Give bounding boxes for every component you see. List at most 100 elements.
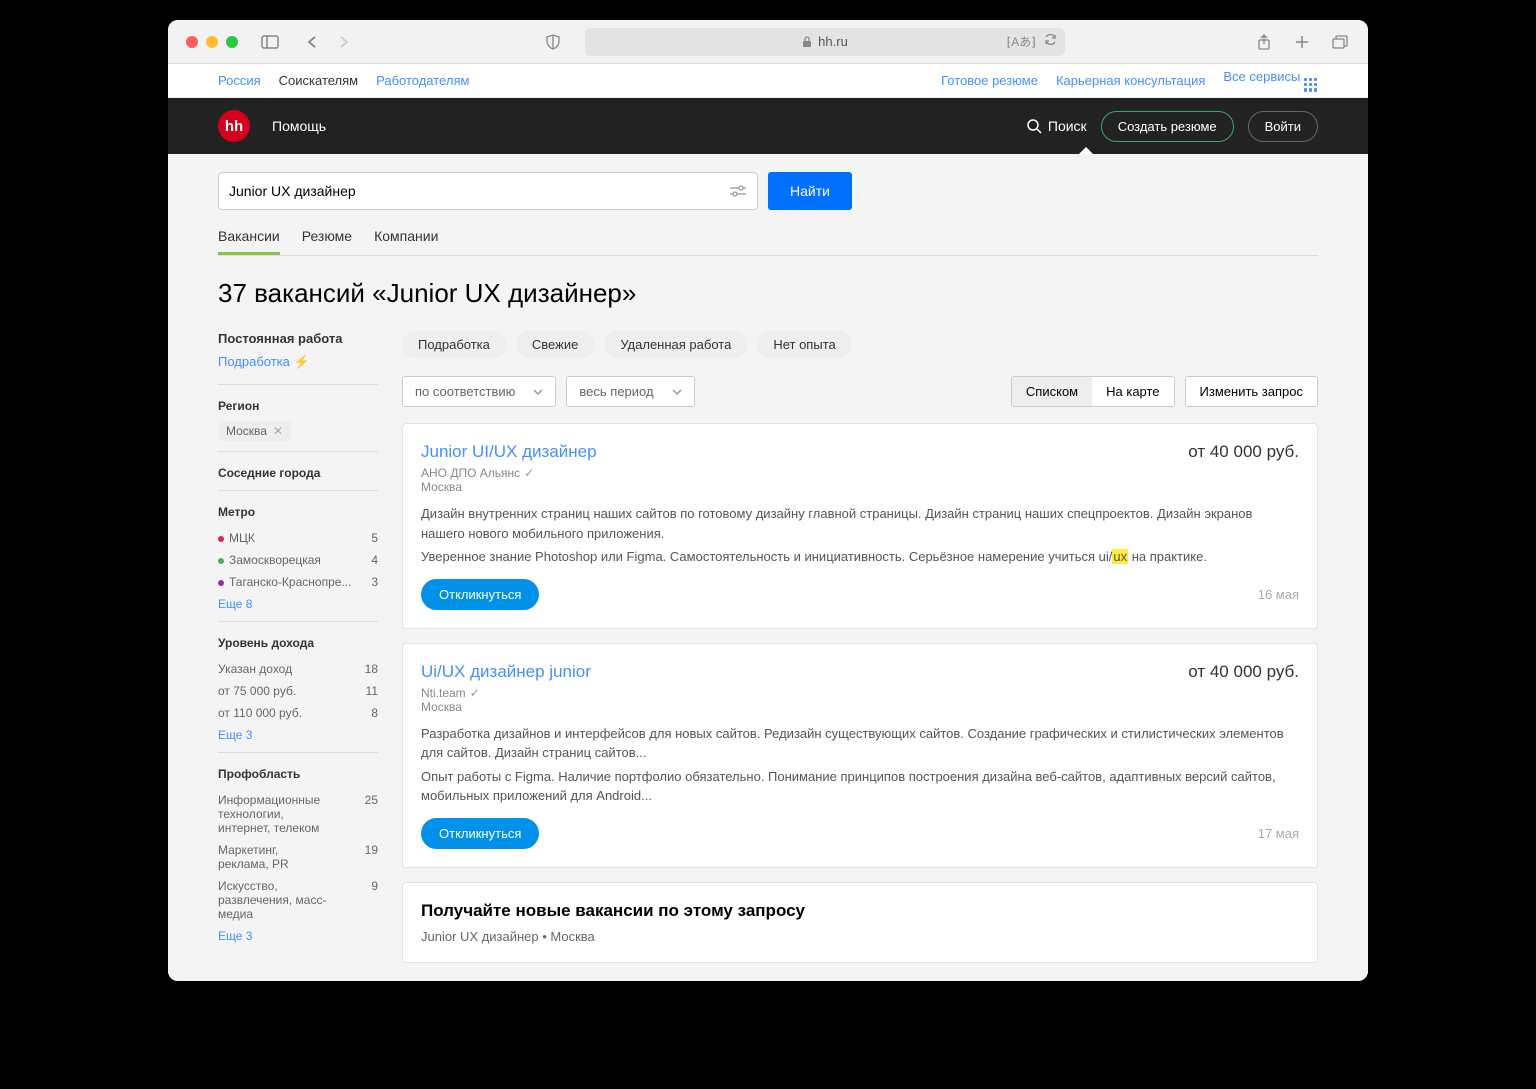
add-tab-icon[interactable] [1292,32,1312,52]
region-chip[interactable]: Москва✕ [218,421,291,441]
pill-remote[interactable]: Удаленная работа [604,331,747,358]
metro-more[interactable]: Еще 8 [218,597,378,611]
pill-noexp[interactable]: Нет опыта [757,331,851,358]
lock-icon [802,36,812,48]
search-icon [1026,118,1042,134]
vacancy-req: Уверенное знание Photoshop или Figma. Са… [421,547,1299,567]
search-input[interactable] [229,183,729,199]
sort-select[interactable]: по соответствию [402,376,556,407]
prof-label: Профобласть [218,767,378,781]
subscribe-title: Получайте новые вакансии по этому запрос… [421,901,1299,921]
filter-icon[interactable] [729,184,747,198]
vacancy-desc: Дизайн внутренних страниц наших сайтов п… [421,504,1299,543]
vacancy-title[interactable]: Ui/UX дизайнер junior [421,662,591,682]
metro-item[interactable]: МЦК5 [218,527,378,549]
vacancy-salary: от 40 000 руб. [1188,442,1299,462]
pill-fresh[interactable]: Свежие [516,331,594,358]
metro-item[interactable]: Замоскворецкая4 [218,549,378,571]
titlebar: hh.ru ⁅Aあ⁆ [168,20,1368,64]
vacancy-city: Москва [421,480,1299,494]
view-map[interactable]: На карте [1092,377,1173,406]
topnav: Россия Соискателям Работодателям Готовое… [168,64,1368,98]
search-input-wrap [218,172,758,210]
searchbox: Найти [218,172,1318,210]
share-icon[interactable] [1254,32,1274,52]
vacancy-title[interactable]: Junior UI/UX дизайнер [421,442,597,462]
vacancy-card: Ui/UX дизайнер junior от 40 000 руб. Nti.… [402,643,1318,868]
metro-label: Метро [218,505,378,519]
prof-item[interactable]: Искусство, развлечения, масс-медиа9 [218,875,378,925]
consult-link[interactable]: Карьерная консультация [1056,73,1205,88]
period-select[interactable]: весь период [566,376,694,407]
controls: по соответствию весь период Списком На к… [402,376,1318,407]
income-item[interactable]: от 110 000 руб.8 [218,702,378,724]
tab-companies[interactable]: Компании [374,220,438,255]
parttime-link[interactable]: Подработка ⚡ [218,354,378,370]
employers-link[interactable]: Работодателям [376,73,469,88]
search-link[interactable]: Поиск [1026,118,1087,134]
subscribe-card: Получайте новые вакансии по этому запрос… [402,882,1318,963]
forward-icon[interactable] [334,32,354,52]
view-toggle: Списком На карте [1011,376,1175,407]
logo[interactable]: hh [218,110,250,142]
company-name[interactable]: Nti.team ✓ [421,686,1299,700]
find-button[interactable]: Найти [768,172,852,210]
create-resume-button[interactable]: Создать резюме [1101,111,1234,142]
vacancy-salary: от 40 000 руб. [1188,662,1299,682]
tab-resumes[interactable]: Резюме [302,220,352,255]
prof-item[interactable]: Маркетинг, реклама, PR19 [218,839,378,875]
filters-sidebar: Постоянная работа Подработка ⚡ Регион Мо… [218,331,378,963]
seekers-link[interactable]: Соискателям [279,73,358,88]
services-link[interactable]: Все сервисы [1223,69,1318,92]
remove-icon[interactable]: ✕ [273,424,283,438]
ready-resume-link[interactable]: Готовое резюме [941,73,1038,88]
subscribe-sub: Junior UX дизайнер • Москва [421,929,1299,944]
shield-icon[interactable] [543,32,563,52]
income-item[interactable]: от 75 000 руб.11 [218,680,378,702]
income-label: Уровень дохода [218,636,378,650]
company-name[interactable]: АНО ДПО Альянс ✓ [421,466,1299,480]
apply-button[interactable]: Откликнуться [421,579,539,610]
vacancy-card: Junior UI/UX дизайнер от 40 000 руб. АНО … [402,423,1318,629]
translate-icon[interactable]: ⁅Aあ⁆ [1007,33,1036,50]
minimize-icon[interactable] [206,36,218,48]
region-label: Регион [218,399,378,413]
sidebar-toggle-icon[interactable] [260,32,280,52]
url-text: hh.ru [818,34,848,49]
pill-parttime[interactable]: Подработка [402,331,506,358]
content: Найти Вакансии Резюме Компании 37 ваканс… [168,154,1368,981]
header: hh Помощь Поиск Создать резюме Войти [168,98,1368,154]
permanent-label[interactable]: Постоянная работа [218,331,378,346]
traffic-lights [186,36,238,48]
close-icon[interactable] [186,36,198,48]
income-more[interactable]: Еще 3 [218,728,378,742]
search-tabs: Вакансии Резюме Компании [218,220,1318,256]
verified-icon: ✓ [524,466,534,480]
chevron-down-icon [533,389,543,395]
maximize-icon[interactable] [226,36,238,48]
quick-filters: Подработка Свежие Удаленная работа Нет о… [402,331,1318,358]
metro-item[interactable]: Таганско-Краснопре...3 [218,571,378,593]
view-list[interactable]: Списком [1012,377,1092,406]
tab-vacancies[interactable]: Вакансии [218,220,280,255]
login-button[interactable]: Войти [1248,111,1318,142]
chevron-down-icon [672,389,682,395]
prof-more[interactable]: Еще 3 [218,929,378,943]
vacancy-req: Опыт работы с Figma. Наличие портфолио о… [421,767,1299,806]
reload-icon[interactable] [1044,33,1057,46]
region-link[interactable]: Россия [218,73,261,88]
help-link[interactable]: Помощь [272,118,326,134]
apply-button[interactable]: Откликнуться [421,818,539,849]
vacancy-date: 16 мая [1258,587,1299,602]
verified-icon: ✓ [470,686,480,700]
tabs-icon[interactable] [1330,32,1350,52]
back-icon[interactable] [302,32,322,52]
url-bar[interactable]: hh.ru ⁅Aあ⁆ [585,28,1065,56]
vacancy-date: 17 мая [1258,826,1299,841]
prof-item[interactable]: Информационные технологии, интернет, тел… [218,789,378,839]
income-item[interactable]: Указан доход18 [218,658,378,680]
change-query-button[interactable]: Изменить запрос [1185,376,1318,407]
neighbors-label[interactable]: Соседние города [218,466,378,480]
browser-window: hh.ru ⁅Aあ⁆ Россия Соискателям Работодате… [168,20,1368,981]
results: Подработка Свежие Удаленная работа Нет о… [402,331,1318,963]
